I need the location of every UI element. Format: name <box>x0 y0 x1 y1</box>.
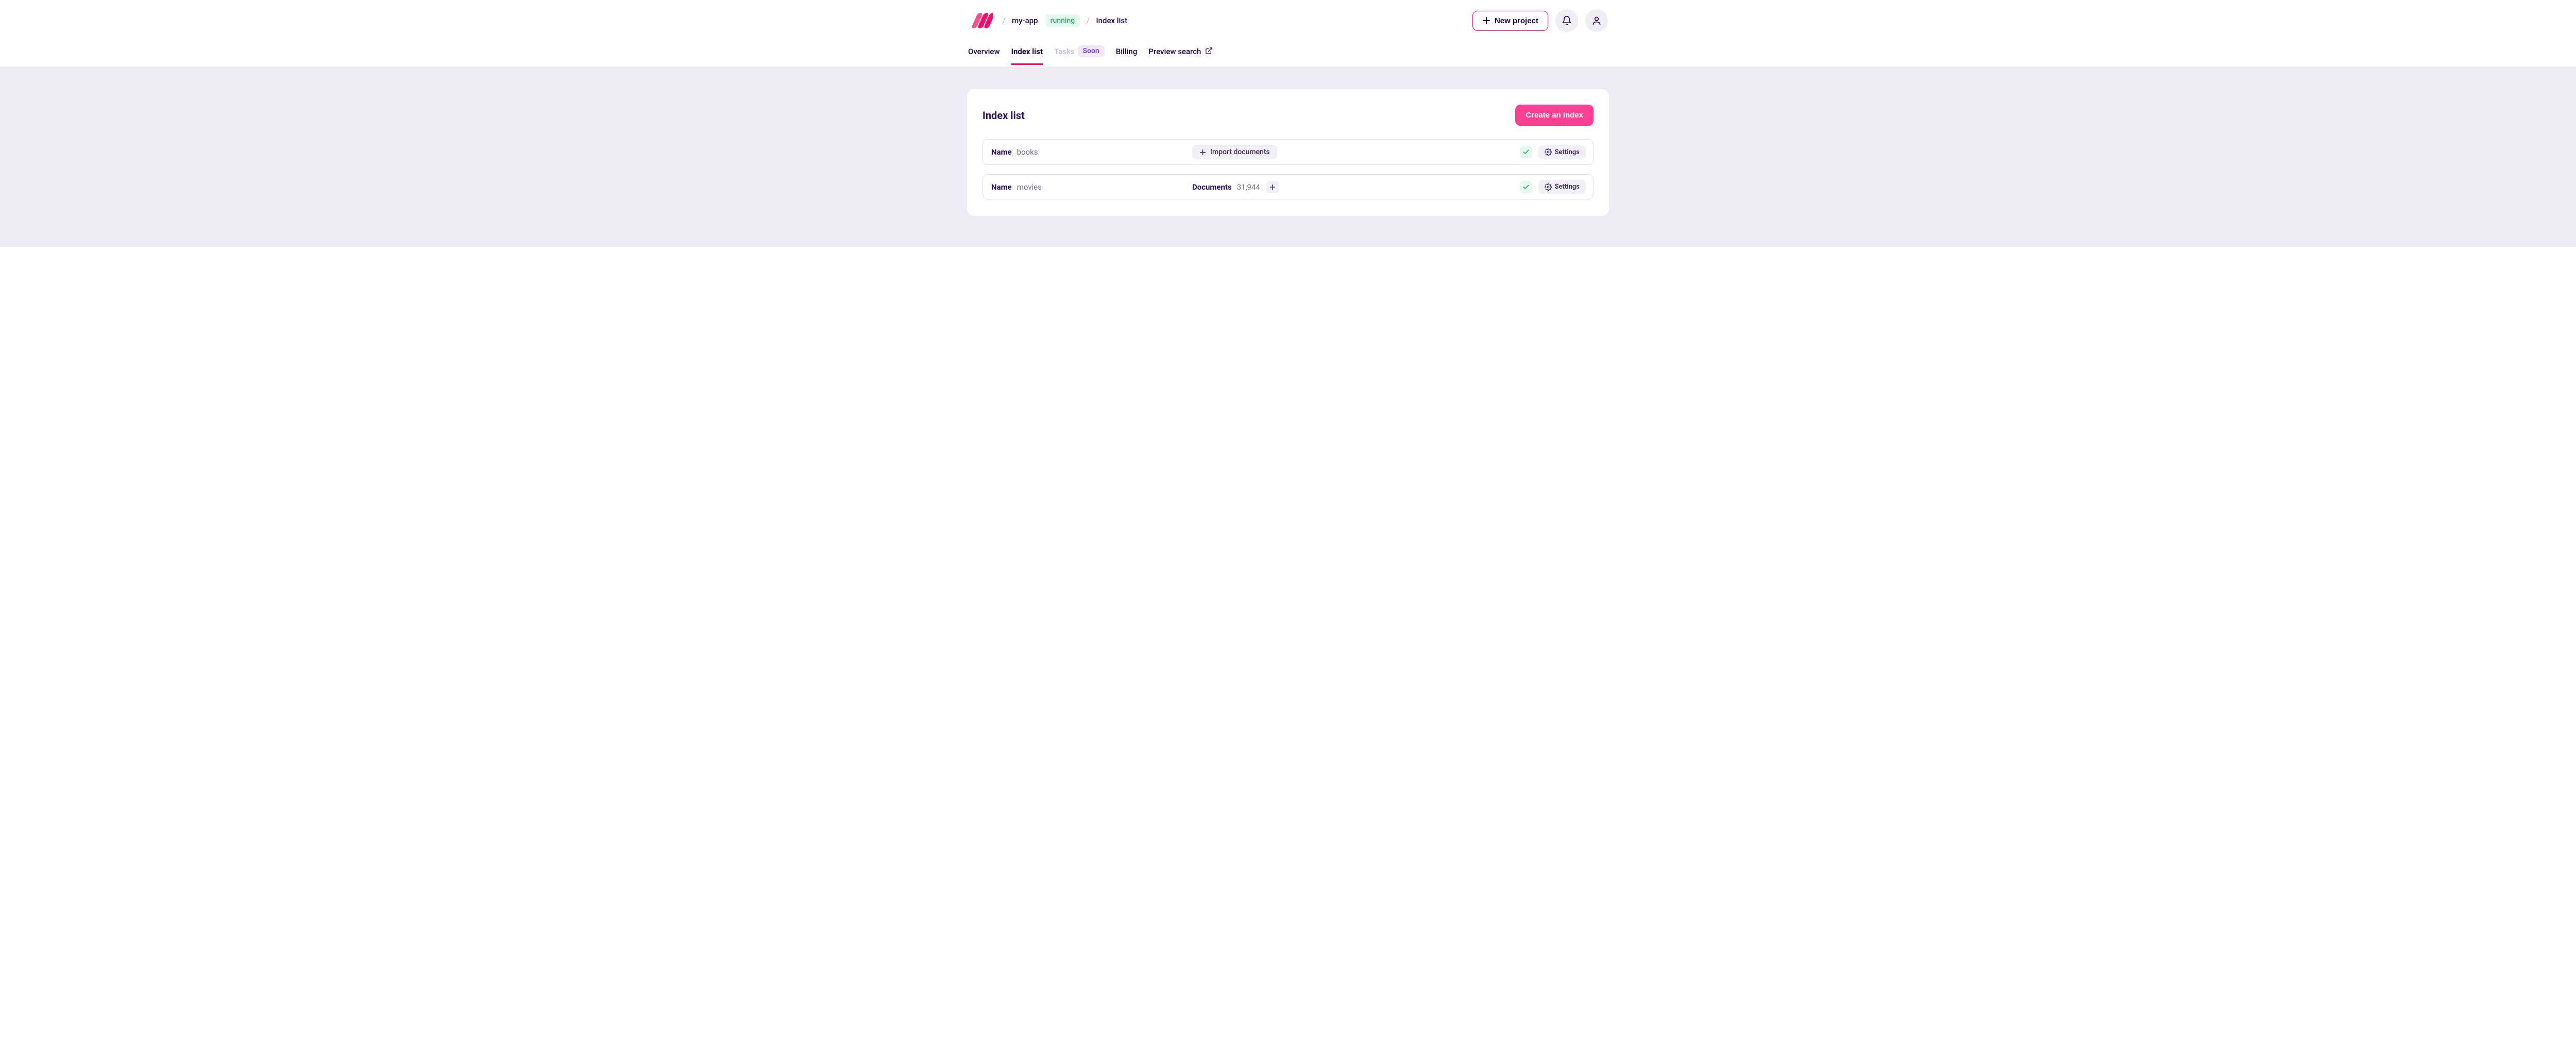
breadcrumb-separator: / <box>1086 15 1090 26</box>
name-label: Name <box>991 147 1012 157</box>
gear-icon <box>1545 148 1552 156</box>
soon-badge: Soon <box>1078 45 1105 57</box>
plus-icon <box>1482 16 1490 25</box>
user-icon <box>1591 15 1602 26</box>
breadcrumb: / my-app running / Index list <box>968 13 1127 28</box>
settings-label: Settings <box>1555 183 1580 191</box>
breadcrumb-page: Index list <box>1096 16 1127 25</box>
plus-icon <box>1269 184 1276 190</box>
create-index-button[interactable]: Create an index <box>1515 105 1594 126</box>
notifications-button[interactable] <box>1555 9 1578 32</box>
tab-billing[interactable]: Billing <box>1116 47 1138 65</box>
index-name: books <box>1017 147 1038 157</box>
index-name: movies <box>1017 182 1042 192</box>
breadcrumb-separator: / <box>1002 15 1006 26</box>
add-documents-button[interactable] <box>1266 181 1279 193</box>
breadcrumb-app-link[interactable]: my-app <box>1012 16 1038 25</box>
tab-preview-search[interactable]: Preview search <box>1148 47 1213 65</box>
settings-label: Settings <box>1555 148 1580 156</box>
status-badge: running <box>1045 14 1080 27</box>
new-project-label: New project <box>1495 16 1538 25</box>
bell-icon <box>1562 15 1572 26</box>
import-documents-button[interactable]: Import documents <box>1192 145 1277 159</box>
status-ok-badge <box>1520 146 1532 158</box>
tab-preview-search-label: Preview search <box>1148 47 1201 56</box>
new-project-button[interactable]: New project <box>1472 11 1548 31</box>
tab-index-list[interactable]: Index list <box>1011 47 1043 65</box>
documents-count: 31,944 <box>1237 182 1260 192</box>
avatar-button[interactable] <box>1585 9 1608 32</box>
settings-button[interactable]: Settings <box>1538 180 1586 194</box>
plus-icon <box>1199 149 1206 156</box>
check-icon <box>1522 183 1530 191</box>
tab-overview[interactable]: Overview <box>968 47 1000 65</box>
name-label: Name <box>991 182 1012 192</box>
index-list-card: Index list Create an index Name books Im… <box>967 89 1609 216</box>
settings-button[interactable]: Settings <box>1538 145 1586 159</box>
gear-icon <box>1545 183 1552 191</box>
tab-tasks: Tasks Soon <box>1054 45 1105 66</box>
import-documents-label: Import documents <box>1210 148 1270 156</box>
page-title: Index list <box>982 109 1025 122</box>
check-icon <box>1522 148 1530 156</box>
external-link-icon <box>1205 47 1213 57</box>
status-ok-badge <box>1520 181 1532 193</box>
index-row[interactable]: Name movies Documents 31,944 <box>982 174 1594 199</box>
index-row[interactable]: Name books Import documents <box>982 139 1594 165</box>
documents-label: Documents <box>1192 182 1232 192</box>
tabs-nav: Overview Index list Tasks Soon Billing P… <box>967 45 1609 66</box>
logo[interactable] <box>968 13 993 28</box>
tab-tasks-label: Tasks <box>1054 47 1075 56</box>
